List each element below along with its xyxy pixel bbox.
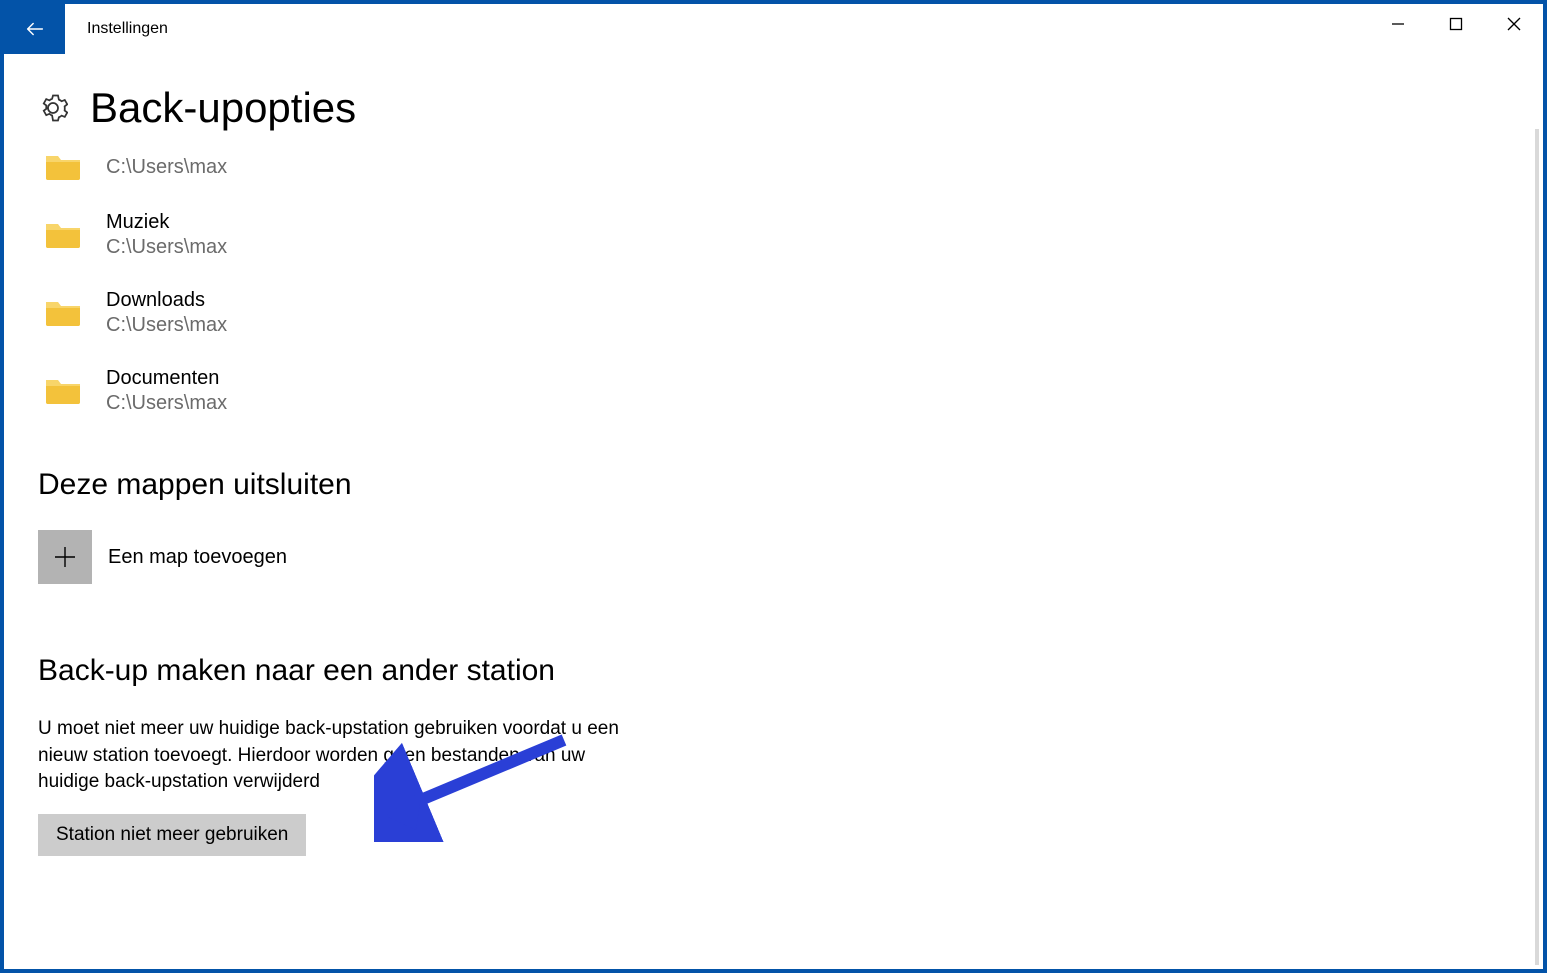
plus-icon-box [38,530,92,584]
folder-path: C:\Users\max [106,390,227,416]
folder-item[interactable]: Downloads C:\Users\max [44,274,1509,352]
folder-text: Muziek C:\Users\max [106,210,227,260]
plus-icon [54,546,76,568]
maximize-button[interactable] [1427,4,1485,44]
exclude-heading: Deze mappen uitsluiten [38,468,1509,502]
folder-text: C:\Users\max [106,154,227,180]
minimize-icon [1391,17,1405,31]
gear-icon [38,93,68,123]
close-icon [1507,17,1521,31]
window-controls [1369,4,1543,44]
content-area: Back-upopties C:\Users\max Muziek C:\Use… [4,54,1543,969]
add-folder-button[interactable]: Een map toevoegen [38,530,1509,584]
folder-list: C:\Users\max Muziek C:\Users\max Downloa… [44,138,1509,430]
other-drive-description: U moet niet meer uw huidige back-upstati… [38,716,638,796]
titlebar: Instellingen [4,4,1543,54]
back-button[interactable] [4,4,65,54]
folder-text: Downloads C:\Users\max [106,288,227,338]
folder-item[interactable]: Documenten C:\Users\max [44,352,1509,430]
folder-path: C:\Users\max [106,234,227,260]
folder-icon [44,220,82,250]
minimize-button[interactable] [1369,4,1427,44]
folder-icon [44,298,82,328]
folder-name: Muziek [106,210,227,234]
add-folder-label: Een map toevoegen [108,546,287,569]
page-header: Back-upopties [38,84,1509,132]
folder-text: Documenten C:\Users\max [106,366,227,416]
scrollbar[interactable] [1535,129,1539,965]
stop-using-drive-button[interactable]: Station niet meer gebruiken [38,814,306,856]
other-drive-heading: Back-up maken naar een ander station [38,654,1509,688]
back-arrow-icon [24,18,46,40]
close-button[interactable] [1485,4,1543,44]
folder-path: C:\Users\max [106,312,227,338]
folder-icon [44,152,82,182]
folder-item[interactable]: Muziek C:\Users\max [44,196,1509,274]
folder-name: Downloads [106,288,227,312]
window-title: Instellingen [87,20,168,38]
maximize-icon [1449,17,1463,31]
folder-icon [44,376,82,406]
folder-path: C:\Users\max [106,154,227,180]
folder-item[interactable]: C:\Users\max [44,138,1509,196]
folder-name: Documenten [106,366,227,390]
page-title: Back-upopties [90,84,356,132]
